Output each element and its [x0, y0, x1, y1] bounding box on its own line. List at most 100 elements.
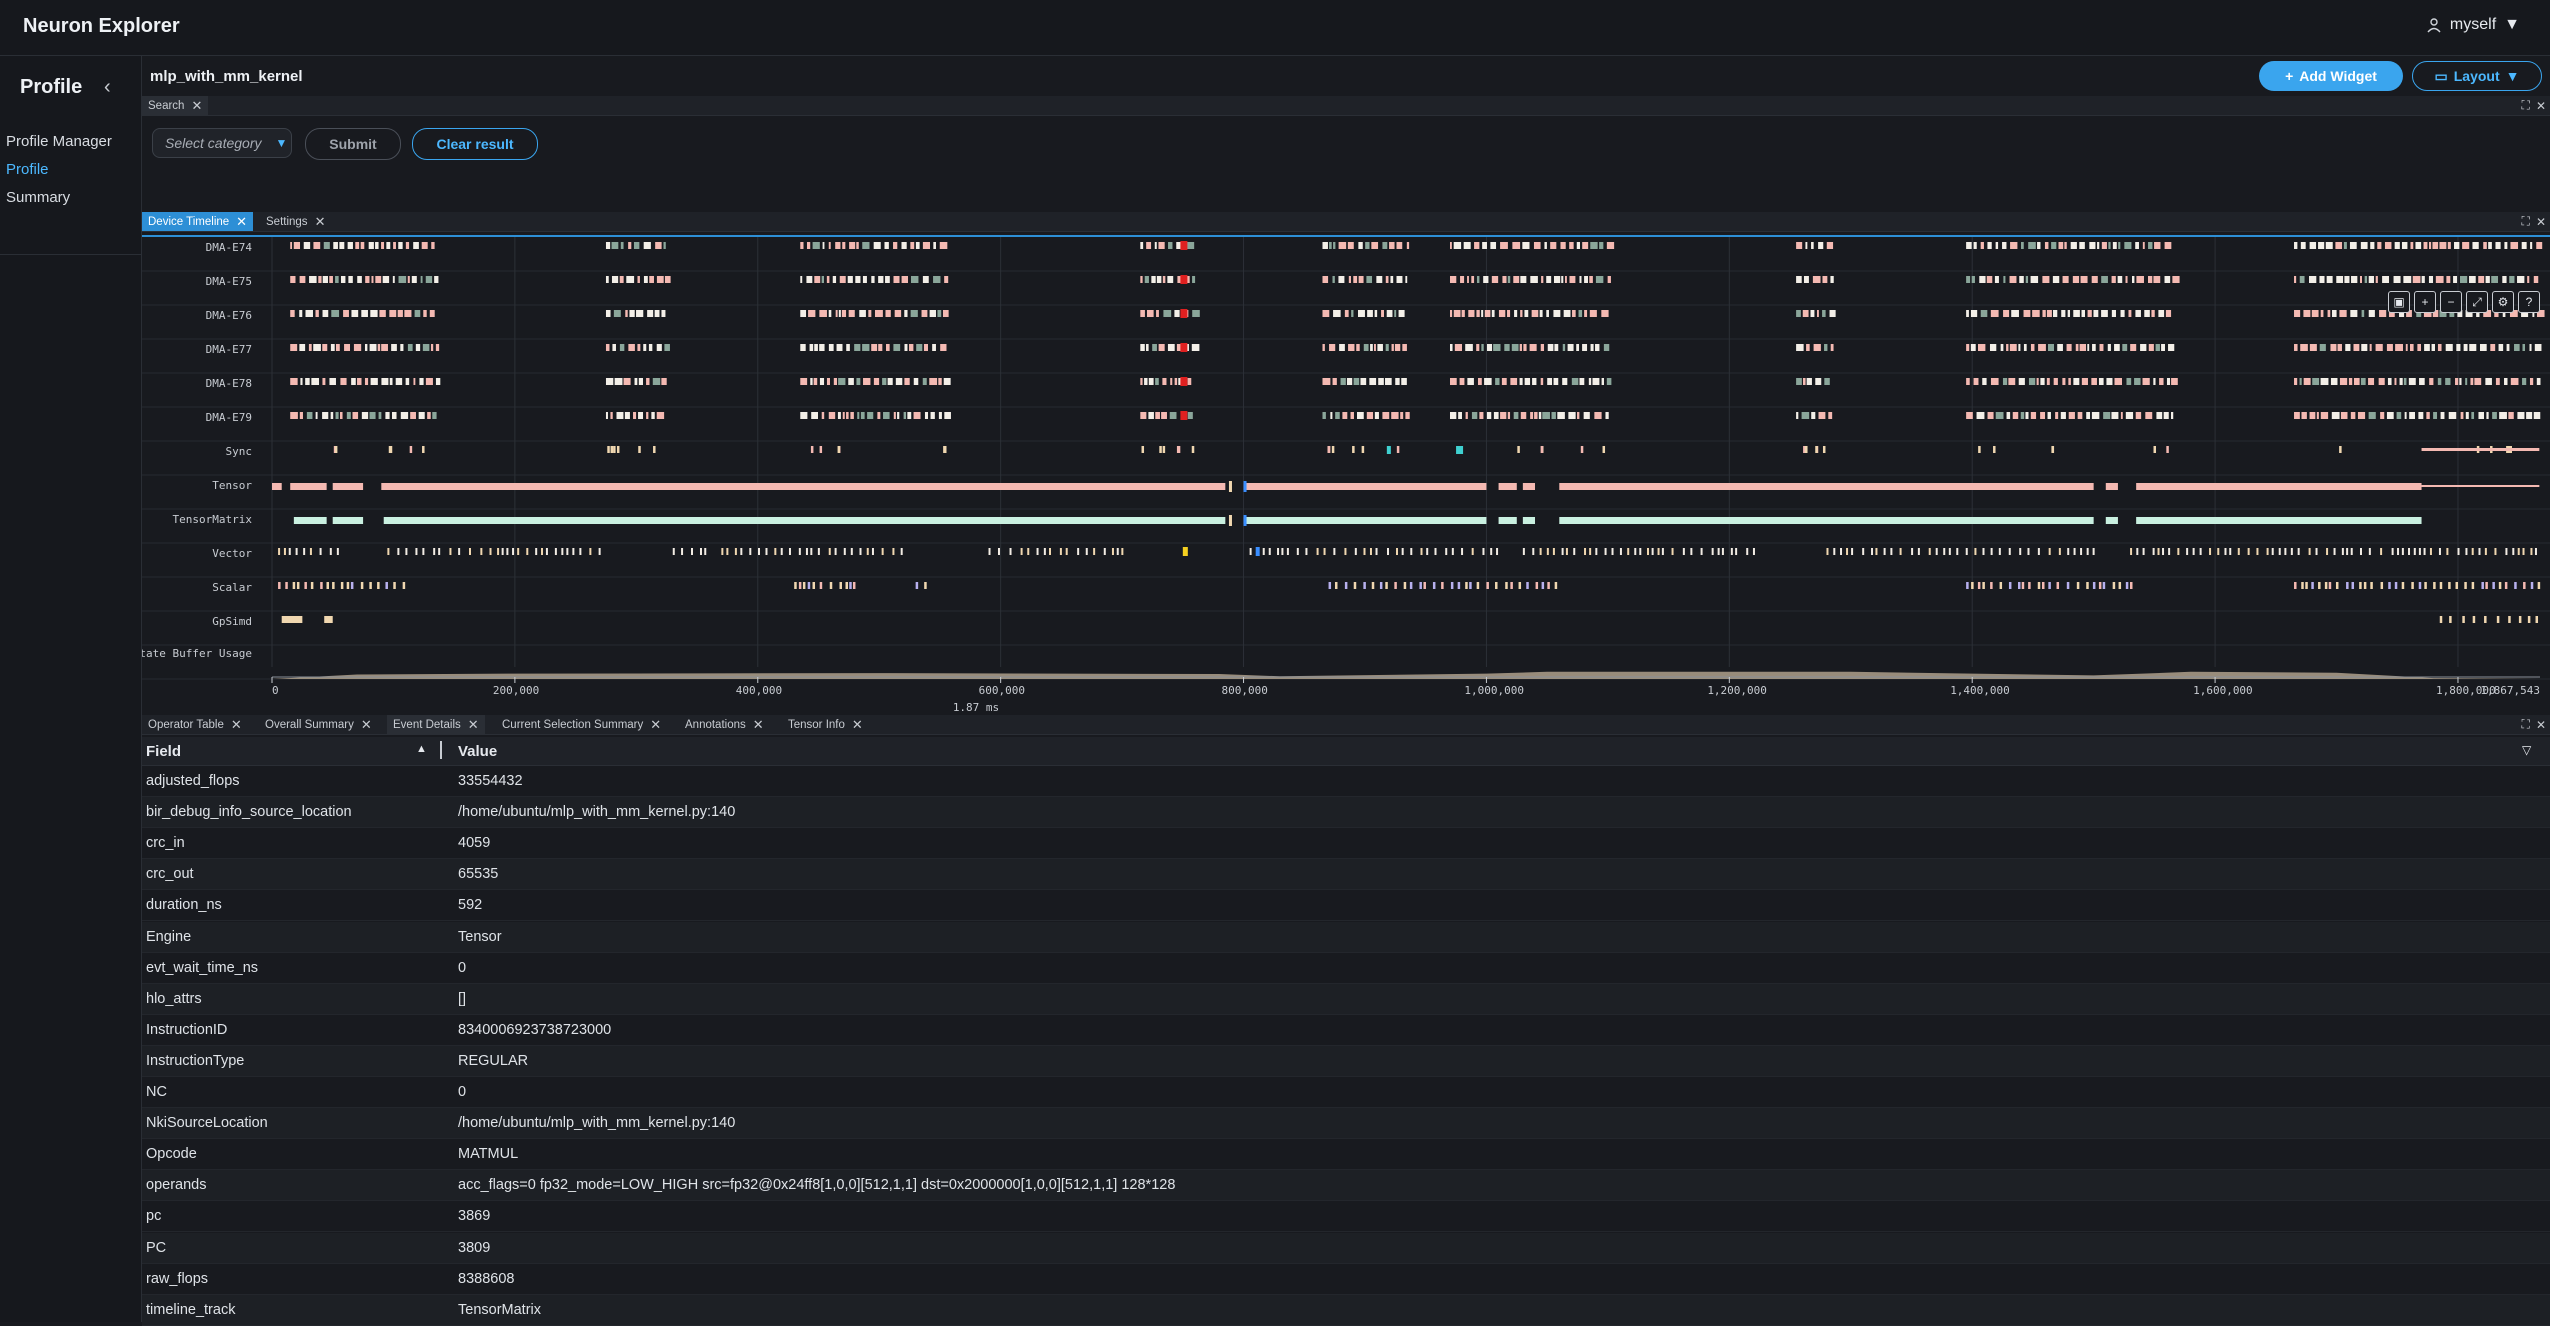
dma-event[interactable] — [1507, 412, 1511, 419]
tensor-event[interactable] — [272, 483, 282, 490]
dma-event[interactable] — [2514, 344, 2520, 351]
dma-event[interactable] — [1386, 310, 1393, 317]
dma-event[interactable] — [300, 378, 303, 385]
dma-event[interactable] — [2429, 378, 2434, 385]
vector-event[interactable] — [1875, 548, 1878, 555]
scalar-event[interactable] — [1535, 582, 1539, 589]
dma-event[interactable] — [290, 412, 298, 419]
vector-event[interactable] — [1461, 548, 1464, 555]
dma-event[interactable] — [1376, 276, 1383, 283]
dma-event[interactable] — [1803, 276, 1809, 283]
tensormatrix-event[interactable] — [383, 517, 1226, 524]
vector-event[interactable] — [468, 548, 471, 555]
vector-event[interactable] — [1883, 548, 1886, 555]
vector-event[interactable] — [2266, 548, 2269, 555]
vector-event[interactable] — [1043, 548, 1046, 555]
dma-event[interactable] — [1351, 310, 1354, 317]
sync-event[interactable] — [1162, 446, 1166, 453]
dma-event[interactable] — [1395, 378, 1400, 385]
scalar-event[interactable] — [2008, 582, 2012, 589]
dma-event[interactable] — [1463, 242, 1471, 249]
dma-event[interactable] — [643, 344, 647, 351]
dma-event[interactable] — [2062, 276, 2069, 283]
vector-event[interactable] — [1496, 548, 1499, 555]
dma-event[interactable] — [924, 412, 929, 419]
help-icon[interactable]: ? — [2518, 291, 2540, 313]
dma-event[interactable] — [1490, 242, 1497, 249]
scalar-event[interactable] — [326, 582, 329, 589]
scalar-event[interactable] — [2514, 582, 2517, 589]
dma-event[interactable] — [2380, 412, 2385, 419]
dma-event[interactable] — [2126, 378, 2132, 385]
dma-event[interactable] — [2068, 412, 2075, 419]
scalar-event[interactable] — [1441, 582, 1444, 589]
tensor-event-selected[interactable] — [1243, 481, 1247, 492]
dma-event[interactable] — [1987, 412, 1994, 419]
dma-event[interactable] — [2318, 242, 2325, 249]
vector-event[interactable] — [554, 548, 557, 555]
dma-event[interactable] — [1396, 242, 1403, 249]
vector-event[interactable] — [2391, 548, 2394, 555]
dma-event[interactable] — [1357, 310, 1365, 317]
table-row[interactable]: bir_debug_info_source_location/home/ubun… — [142, 797, 2550, 829]
dma-event[interactable] — [2018, 344, 2021, 351]
dma-event[interactable] — [2368, 276, 2374, 283]
dma-event[interactable] — [1187, 378, 1192, 385]
dma-event[interactable] — [2361, 310, 2365, 317]
dma-event[interactable] — [938, 378, 942, 385]
table-row[interactable]: duration_ns 592 — [142, 890, 2550, 922]
vector-event[interactable] — [726, 548, 729, 555]
dma-event[interactable] — [1481, 310, 1484, 317]
dma-event[interactable] — [322, 378, 326, 385]
dma-event[interactable] — [1830, 344, 1834, 351]
gpsimd-event[interactable] — [2518, 616, 2522, 623]
scalar-event[interactable] — [1469, 582, 1472, 589]
dma-event[interactable] — [826, 378, 830, 385]
dma-event[interactable] — [605, 412, 608, 419]
dma-event[interactable] — [1796, 412, 1799, 419]
tab-current-selection-summary[interactable]: Current Selection Summary ✕ — [496, 715, 667, 734]
vector-event[interactable] — [1451, 548, 1454, 555]
dma-event[interactable] — [1978, 344, 1986, 351]
dma-event[interactable] — [2124, 242, 2132, 249]
dma-event[interactable] — [2079, 242, 2085, 249]
scalar-event[interactable] — [2130, 582, 2133, 589]
vector-event[interactable] — [1420, 548, 1423, 555]
dma-event[interactable] — [1322, 344, 1325, 351]
tensor-event[interactable] — [381, 483, 1226, 490]
maximize-icon[interactable]: ⛶ — [2522, 214, 2530, 229]
tensormatrix-event[interactable] — [2105, 517, 2118, 524]
dma-event[interactable] — [1538, 412, 1542, 419]
dma-event[interactable] — [2122, 344, 2128, 351]
dma-event[interactable] — [2294, 242, 2298, 249]
dma-event[interactable] — [1162, 378, 1167, 385]
dma-event[interactable] — [1534, 412, 1538, 419]
vector-event[interactable] — [2522, 548, 2525, 555]
dma-event[interactable] — [1551, 412, 1556, 419]
scalar-event[interactable] — [794, 582, 797, 589]
dma-event[interactable] — [1391, 412, 1399, 419]
dma-event[interactable] — [1381, 310, 1385, 317]
dma-event[interactable] — [1562, 344, 1566, 351]
dma-event[interactable] — [1146, 310, 1154, 317]
scalar-event[interactable] — [332, 582, 335, 589]
dma-event[interactable] — [413, 242, 419, 249]
dma-event[interactable] — [1976, 412, 1985, 419]
sync-event[interactable] — [1602, 446, 1606, 453]
scalar-event[interactable] — [1505, 582, 1508, 589]
dma-event[interactable] — [2046, 378, 2050, 385]
table-row[interactable]: crc_in 4059 — [142, 828, 2550, 860]
scalar-event[interactable] — [2098, 582, 2102, 589]
dma-event[interactable] — [1971, 276, 1975, 283]
dma-event[interactable] — [1989, 344, 1997, 351]
tensormatrix-event[interactable] — [1498, 517, 1517, 524]
dma-event[interactable] — [1576, 344, 1580, 351]
dma-event[interactable] — [1140, 378, 1143, 385]
vector-event[interactable] — [1634, 548, 1637, 555]
vector-event[interactable] — [2027, 548, 2030, 555]
sync-event[interactable] — [2166, 446, 2169, 453]
dma-event[interactable] — [335, 276, 339, 283]
vector-event[interactable] — [2517, 548, 2520, 555]
dma-event[interactable] — [893, 344, 901, 351]
scalar-event[interactable] — [2380, 582, 2384, 589]
